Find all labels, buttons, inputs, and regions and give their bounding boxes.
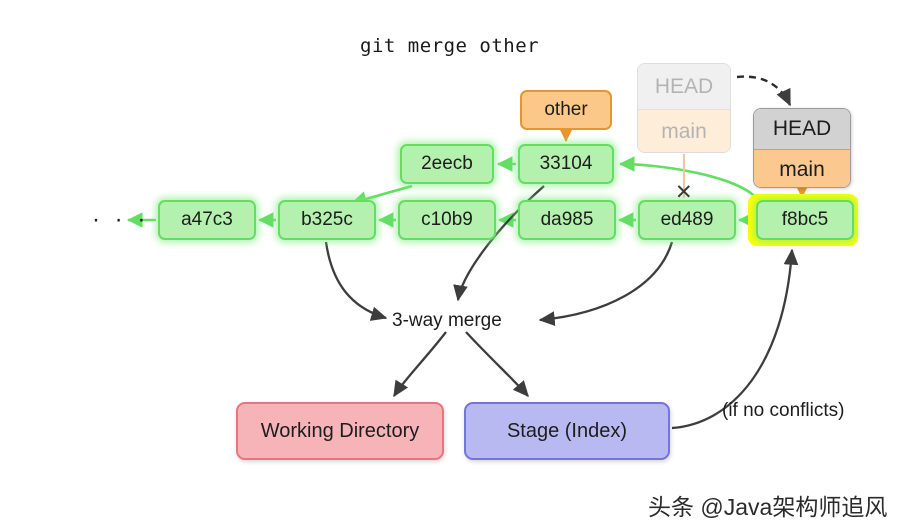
commit-label: 33104 xyxy=(539,153,593,174)
head-label-current: HEAD xyxy=(754,109,850,149)
working-directory-box[interactable]: Working Directory xyxy=(236,402,444,460)
head-move-arrow xyxy=(736,75,792,107)
base-to-merge-arrow xyxy=(324,241,388,321)
commit-label: da985 xyxy=(540,209,594,230)
merge-to-workdir-arrow xyxy=(393,331,447,398)
commit-label: a47c3 xyxy=(181,209,233,230)
branch-label-main-previous: main xyxy=(638,109,730,152)
history-ellipsis: · · · xyxy=(92,206,150,233)
branch-label-main-current: main xyxy=(754,149,850,187)
head-commit-to-merge-arrow xyxy=(538,241,674,326)
commit-node-2eecb[interactable]: 2eecb xyxy=(400,144,494,184)
merge-to-stage-arrow xyxy=(465,331,529,398)
connector-layer xyxy=(126,75,810,430)
commit-node-c10b9[interactable]: c10b9 xyxy=(398,200,496,240)
commit-node-ed489[interactable]: ed489 xyxy=(638,200,736,240)
commit-label: ed489 xyxy=(660,209,714,230)
commit-node-f8bc5[interactable]: f8bc5 xyxy=(756,200,854,240)
commit-node-a47c3[interactable]: a47c3 xyxy=(158,200,256,240)
watermark: 头条 @Java架构师追风 xyxy=(648,494,888,520)
page-title: git merge other xyxy=(360,35,540,57)
head-pointer-previous: HEAD main xyxy=(637,63,731,153)
commit-node-da985[interactable]: da985 xyxy=(518,200,616,240)
commit-node-33104[interactable]: 33104 xyxy=(518,144,614,184)
working-directory-label: Working Directory xyxy=(260,419,420,442)
stage-index-box[interactable]: Stage (Index) xyxy=(464,402,670,460)
head-pointer-current[interactable]: HEAD main xyxy=(753,108,851,188)
stage-index-label: Stage (Index) xyxy=(506,419,628,442)
branch-label-other[interactable]: other xyxy=(520,90,612,130)
commit-label: b325c xyxy=(301,209,353,230)
commit-label: 2eecb xyxy=(421,153,473,174)
commit-node-b325c[interactable]: b325c xyxy=(278,200,376,240)
diagram-canvas: git merge other · · · a47c3 b325c c10b9 … xyxy=(0,0,907,529)
no-conflicts-note: (if no conflicts) xyxy=(722,400,845,421)
branch-label-text: other xyxy=(544,99,588,120)
commit-label: f8bc5 xyxy=(781,209,829,230)
severed-link-x-icon: ✕ xyxy=(675,181,693,204)
commit-label: c10b9 xyxy=(421,209,473,230)
head-label-previous: HEAD xyxy=(638,64,730,109)
three-way-merge-label: 3-way merge xyxy=(392,310,502,331)
